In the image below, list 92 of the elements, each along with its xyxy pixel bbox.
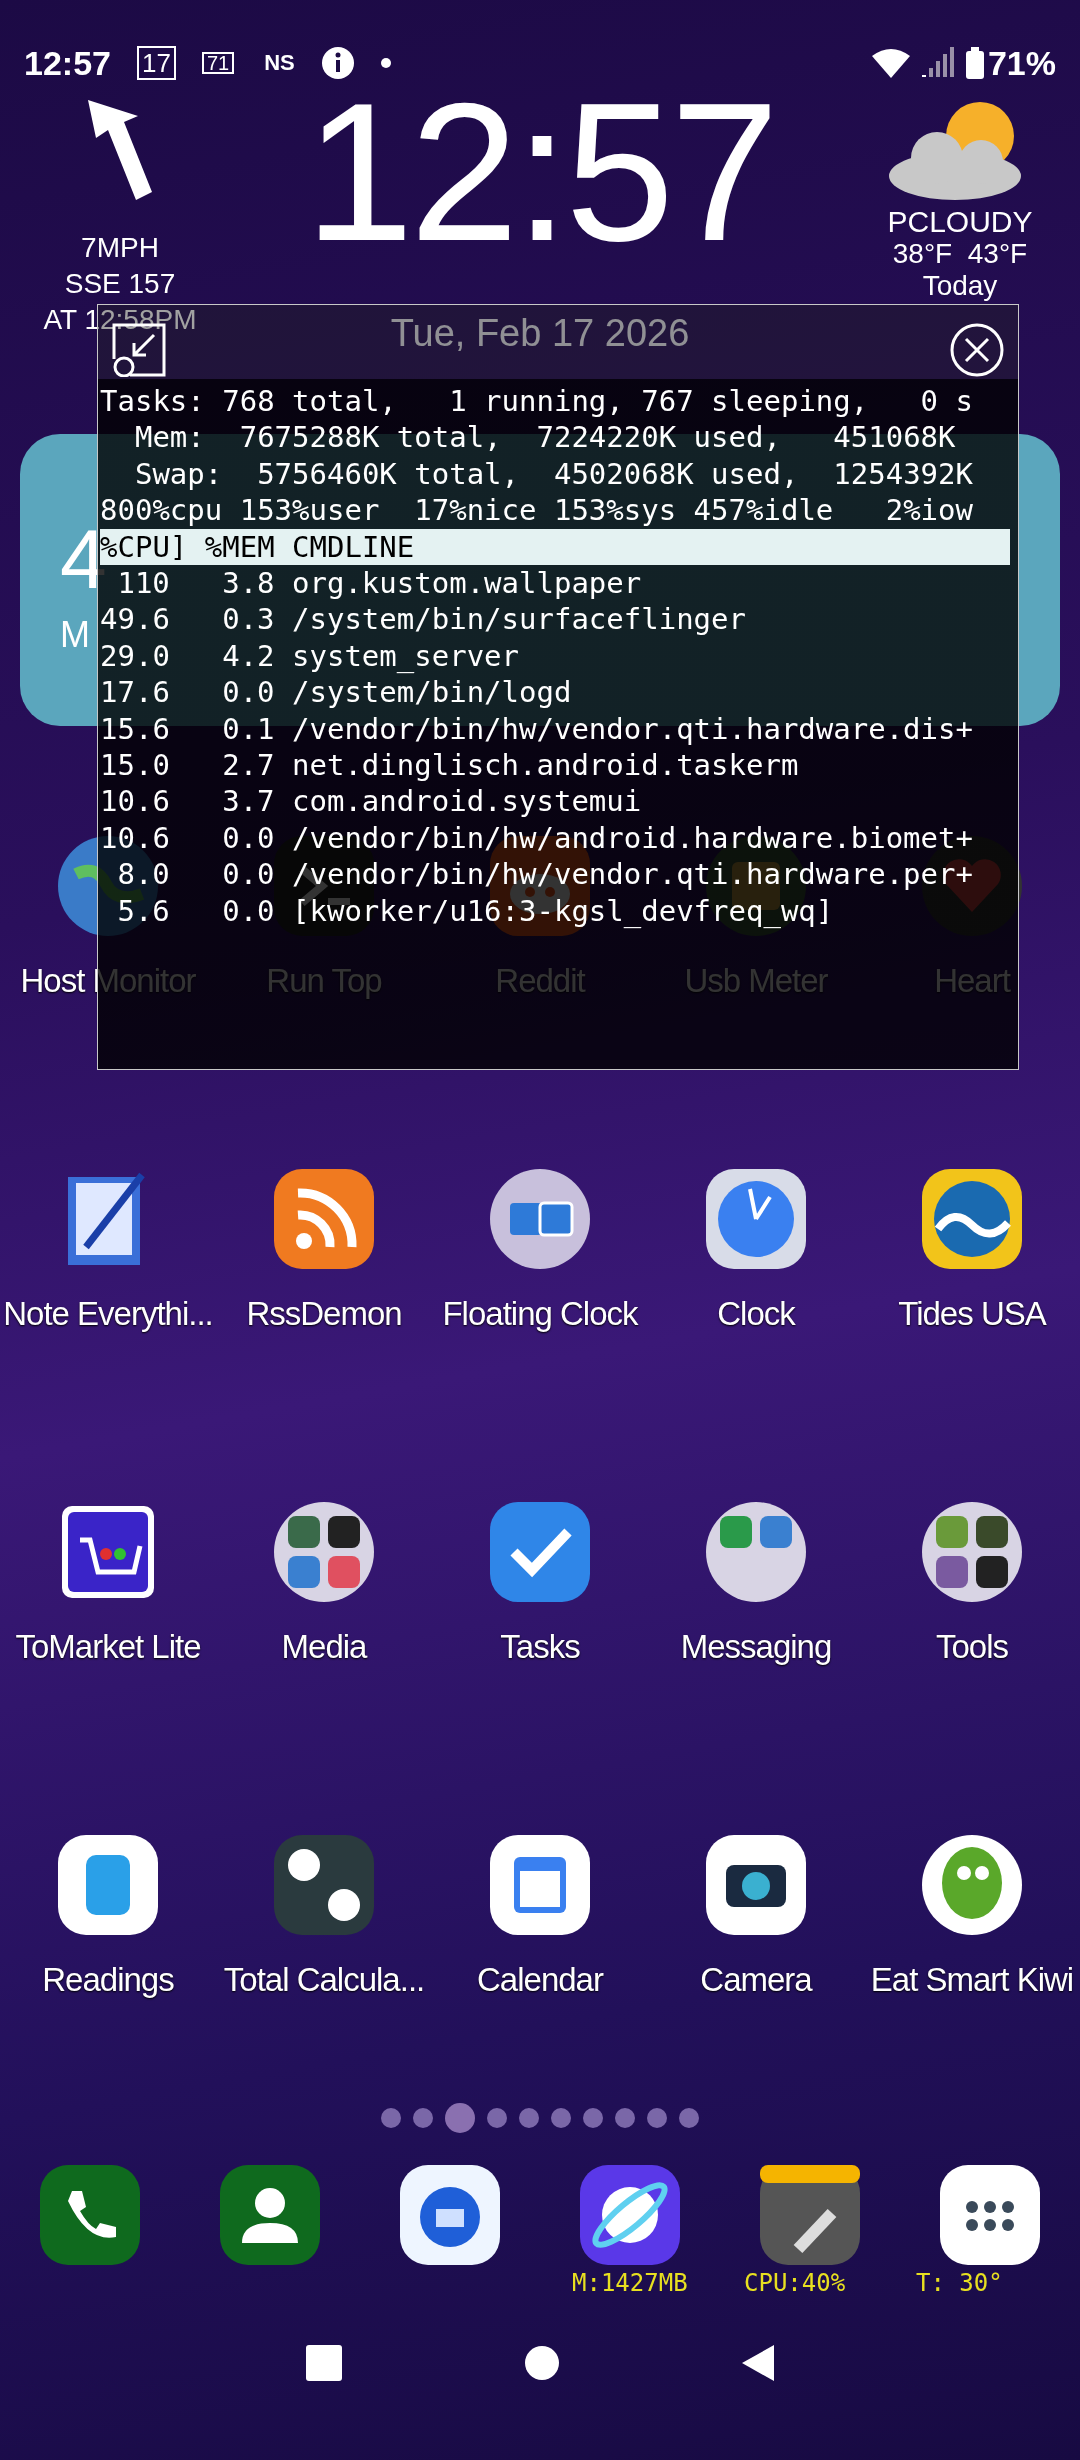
- command-line: net.dinglisch.android.taskerm: [292, 747, 800, 784]
- clock-icon[interactable]: [704, 1167, 808, 1271]
- stat-readout: M:1427MB: [572, 2269, 688, 2297]
- recents-button[interactable]: [304, 2343, 344, 2383]
- clock-time: 12:57: [304, 78, 776, 268]
- command-line: system_server: [292, 637, 520, 675]
- rss-icon[interactable]: [272, 1167, 376, 1271]
- command-line: /system/bin/surfaceflinger: [292, 601, 747, 638]
- temperature-range: 38°F 43°F: [892, 238, 1028, 270]
- command-line: /vendor/bin/hw/vendor.qti.hardware.per+: [292, 856, 974, 893]
- battery-text: 71%: [987, 43, 1056, 83]
- page-indicator-dot[interactable]: [519, 2108, 539, 2128]
- mem-value: 0.0: [221, 819, 276, 857]
- command-line: org.kustom.wallpaper: [292, 565, 643, 602]
- app-folder-icon[interactable]: [704, 1500, 808, 1604]
- cpu-value: 8.0: [116, 856, 170, 893]
- cpu-value: 10.6: [100, 819, 170, 857]
- info-icon: [320, 46, 355, 80]
- page-indicator-dot[interactable]: [381, 2108, 401, 2128]
- stat-readout: CPU:40%: [744, 2269, 846, 2297]
- page-indicator-dot[interactable]: [615, 2108, 635, 2128]
- app-label[interactable]: Note Everythi...: [3, 1295, 213, 1333]
- summary-line: Swap: 5756460K total, 4502068K used, 1254392K: [133, 455, 974, 493]
- wind-direction: SSE 157: [64, 267, 176, 301]
- command-line: /vendor/bin/hw/android.hardware.biomet+: [292, 819, 974, 857]
- date-text: Tue, Feb 17 2026: [390, 312, 690, 355]
- command-line: [kworker/u16:3-kgsl_devfreq_wq]: [292, 892, 835, 930]
- page-indicator-dot[interactable]: [647, 2108, 667, 2128]
- battery-icon: [965, 47, 984, 79]
- camera-icon[interactable]: [704, 1833, 808, 1937]
- cpu-value: 29.0: [100, 637, 170, 675]
- dot-icon: [380, 58, 391, 68]
- app-label[interactable]: Calendar: [477, 1961, 603, 1999]
- mem-value: 4.2: [221, 637, 276, 675]
- app-label[interactable]: RssDemon: [246, 1295, 402, 1333]
- wifi-icon: [871, 48, 910, 78]
- wind-speed: 7MPH: [81, 231, 159, 265]
- close-icon[interactable]: [950, 323, 1004, 377]
- app-label[interactable]: Tides USA: [898, 1295, 1046, 1333]
- app-label[interactable]: Total Calcula...: [223, 1961, 425, 1999]
- weather-condition: PCLOUDY: [887, 206, 1033, 238]
- status-badge: 71: [201, 52, 235, 74]
- checkmark-icon[interactable]: [488, 1500, 592, 1604]
- mem-value: 0.0: [221, 892, 276, 930]
- app-label[interactable]: Media: [281, 1628, 367, 1666]
- page-indicator-dot[interactable]: [551, 2108, 571, 2128]
- mem-value: 0.3: [221, 601, 276, 638]
- app-label[interactable]: Floating Clock: [442, 1295, 638, 1333]
- page-indicator-dot[interactable]: [487, 2108, 507, 2128]
- phone-icon[interactable]: [38, 2163, 142, 2267]
- mem-value: 3.7: [221, 783, 276, 820]
- page-indicator-dot[interactable]: [583, 2108, 603, 2128]
- apps-grid-icon[interactable]: [938, 2163, 1042, 2267]
- wave-icon[interactable]: [920, 1167, 1024, 1271]
- command-line: com.android.systemui: [292, 783, 643, 820]
- forecast-day: Today: [922, 270, 998, 302]
- mem-value: 3.8: [221, 565, 276, 602]
- cpu-value: 49.6: [100, 601, 170, 638]
- cpu-value: 10.6: [100, 783, 170, 820]
- home-button[interactable]: [524, 2345, 560, 2381]
- app-label[interactable]: Camera: [700, 1961, 812, 1999]
- app-label[interactable]: Eat Smart Kiwi: [870, 1961, 1074, 1999]
- status-time: 12:57: [24, 43, 111, 83]
- widget-condition: M: [60, 614, 90, 656]
- app-label[interactable]: Tasks: [500, 1628, 580, 1666]
- page-indicator-dot[interactable]: [413, 2108, 433, 2128]
- mem-value: 0.0: [221, 856, 276, 893]
- contact-icon[interactable]: [218, 2163, 322, 2267]
- page-indicator-dot[interactable]: [679, 2108, 699, 2128]
- cpu-value: 5.6: [116, 892, 170, 930]
- cpu-value: 17.6: [100, 674, 170, 711]
- stat-readout: T: 30°: [916, 2269, 1003, 2297]
- signal-icon: [921, 47, 956, 79]
- cpu-value: 15.0: [100, 747, 170, 784]
- summary-line: Tasks: 768 total, 1 running, 767 sleeping, 0 s: [100, 383, 974, 420]
- back-button[interactable]: [740, 2343, 776, 2383]
- status-label: NS: [264, 50, 295, 76]
- app-label[interactable]: Messaging: [680, 1628, 832, 1666]
- app-label[interactable]: Tools: [935, 1628, 1008, 1666]
- app-folder-icon[interactable]: [272, 1500, 376, 1604]
- planet-icon[interactable]: [578, 2163, 682, 2267]
- calendar-icon[interactable]: [488, 1833, 592, 1937]
- app-label[interactable]: Readings: [42, 1961, 174, 1999]
- command-line: /system/bin/logd: [292, 674, 573, 711]
- app-folder-icon[interactable]: [920, 1500, 1024, 1604]
- mem-value: 2.7: [221, 747, 276, 784]
- page-indicator-dot[interactable]: [445, 2103, 475, 2133]
- windows-icon[interactable]: [488, 1167, 592, 1271]
- status-badge: 17: [136, 46, 176, 80]
- mem-value: 0.0: [221, 674, 276, 711]
- app-label[interactable]: ToMarket Lite: [15, 1628, 201, 1666]
- app-label[interactable]: Clock: [717, 1295, 795, 1333]
